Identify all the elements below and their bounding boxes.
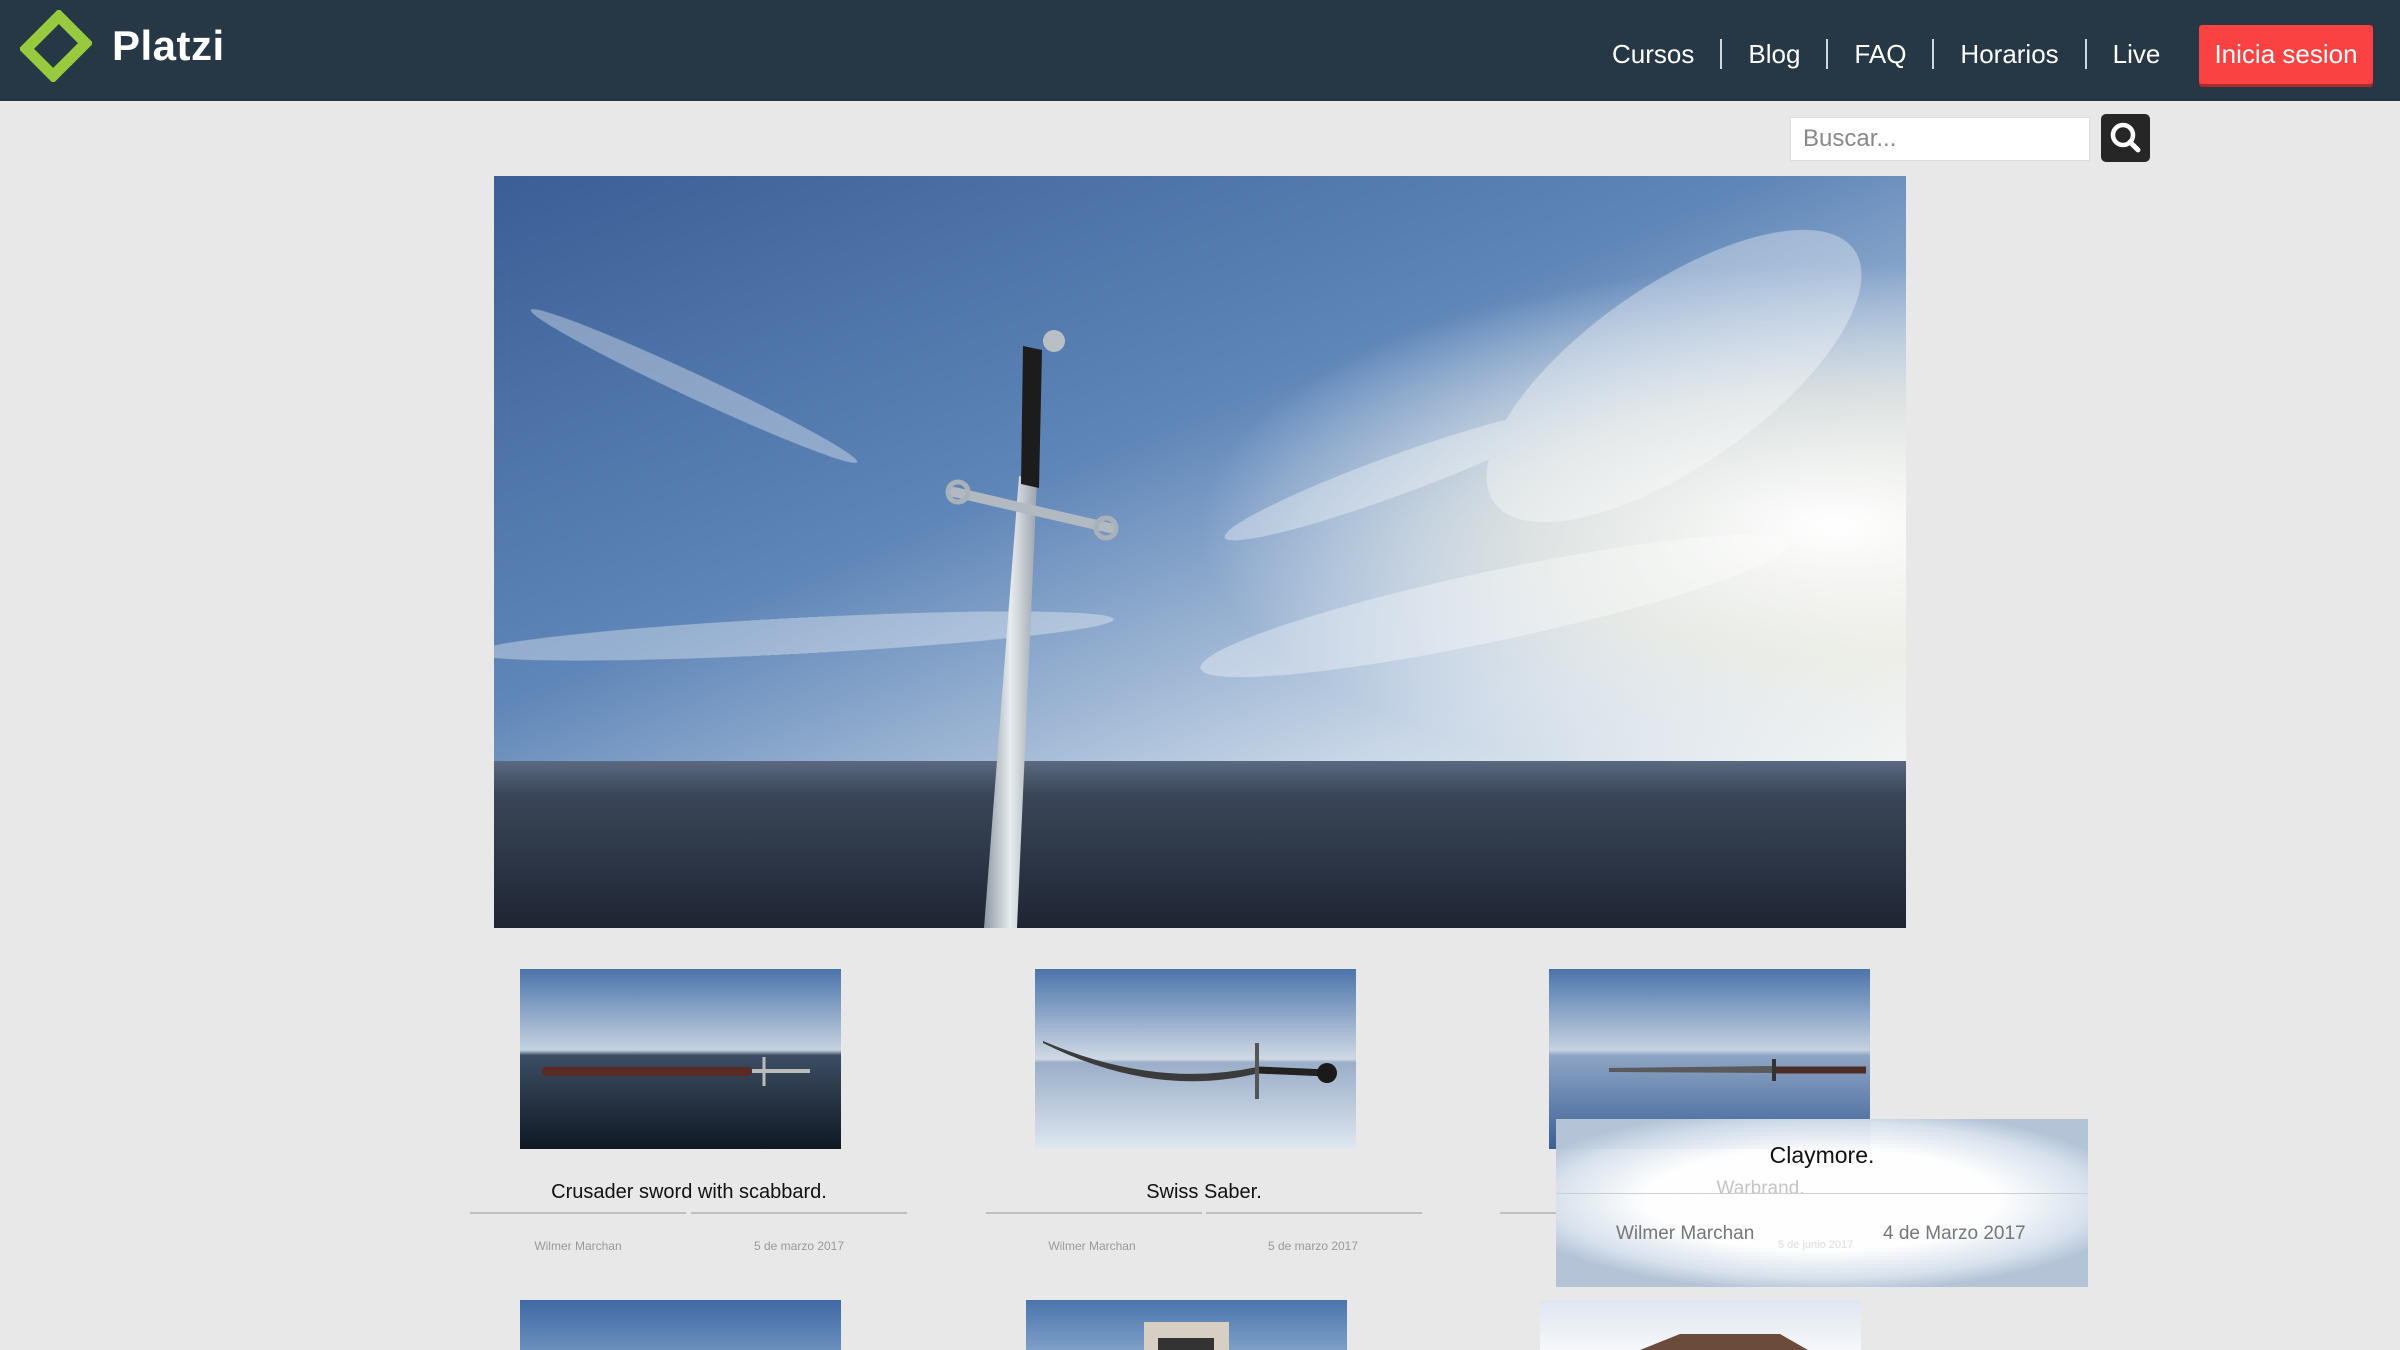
popover-divider xyxy=(1556,1193,2088,1194)
card-divider xyxy=(1206,1212,1422,1214)
card-thumbnail[interactable] xyxy=(520,1300,841,1350)
nav-cursos[interactable]: Cursos xyxy=(1586,34,1720,74)
card-title[interactable]: Crusader sword with scabbard. xyxy=(469,1181,909,1204)
card-divider xyxy=(691,1212,907,1214)
popover-underlying-title: Warbrand. xyxy=(1716,1178,1805,1199)
platzi-logo-icon[interactable] xyxy=(20,10,92,82)
search-input[interactable] xyxy=(1790,117,2090,161)
card-divider xyxy=(470,1212,686,1214)
card-hover-popover[interactable]: Warbrand. 5 de junio 2017 Claymore. Wilm… xyxy=(1556,1119,2088,1287)
card-author: Wilmer Marchan xyxy=(1048,1239,1136,1253)
popover-author: Wilmer Marchan xyxy=(1616,1223,1755,1244)
card-thumbnail[interactable] xyxy=(1035,969,1356,1149)
popover-title: Claymore. xyxy=(1769,1142,1875,1168)
popover-date: 4 de Marzo 2017 xyxy=(1883,1223,2026,1244)
card-date: 5 de marzo 2017 xyxy=(1267,1239,1359,1253)
card-thumbnail[interactable] xyxy=(1540,1300,1861,1350)
card-date: 5 de marzo 2017 xyxy=(753,1239,845,1253)
nav-faq[interactable]: FAQ xyxy=(1828,34,1932,74)
search-icon xyxy=(2110,122,2141,153)
card-divider xyxy=(986,1212,1202,1214)
card-title[interactable]: Swiss Saber. xyxy=(984,1181,1424,1204)
search-button[interactable] xyxy=(2101,114,2150,162)
popover-underlying-date: 5 de junio 2017 xyxy=(1778,1239,1854,1251)
nav-live[interactable]: Live xyxy=(2087,34,2187,74)
card-divider xyxy=(1500,1212,1556,1214)
hero-image[interactable] xyxy=(494,176,1906,928)
nav-horarios[interactable]: Horarios xyxy=(1934,34,2084,74)
login-button[interactable]: Inicia sesion xyxy=(2199,25,2373,84)
brand-name[interactable]: Platzi xyxy=(112,22,225,70)
top-navbar: Platzi Cursos Blog FAQ Horarios Live Ini… xyxy=(0,0,2400,101)
card-thumbnail[interactable] xyxy=(1026,1300,1347,1350)
nav-blog[interactable]: Blog xyxy=(1722,34,1826,74)
card-thumbnail[interactable] xyxy=(520,969,841,1149)
card-author: Wilmer Marchan xyxy=(534,1239,622,1253)
main-nav: Cursos Blog FAQ Horarios Live xyxy=(1586,34,2186,74)
